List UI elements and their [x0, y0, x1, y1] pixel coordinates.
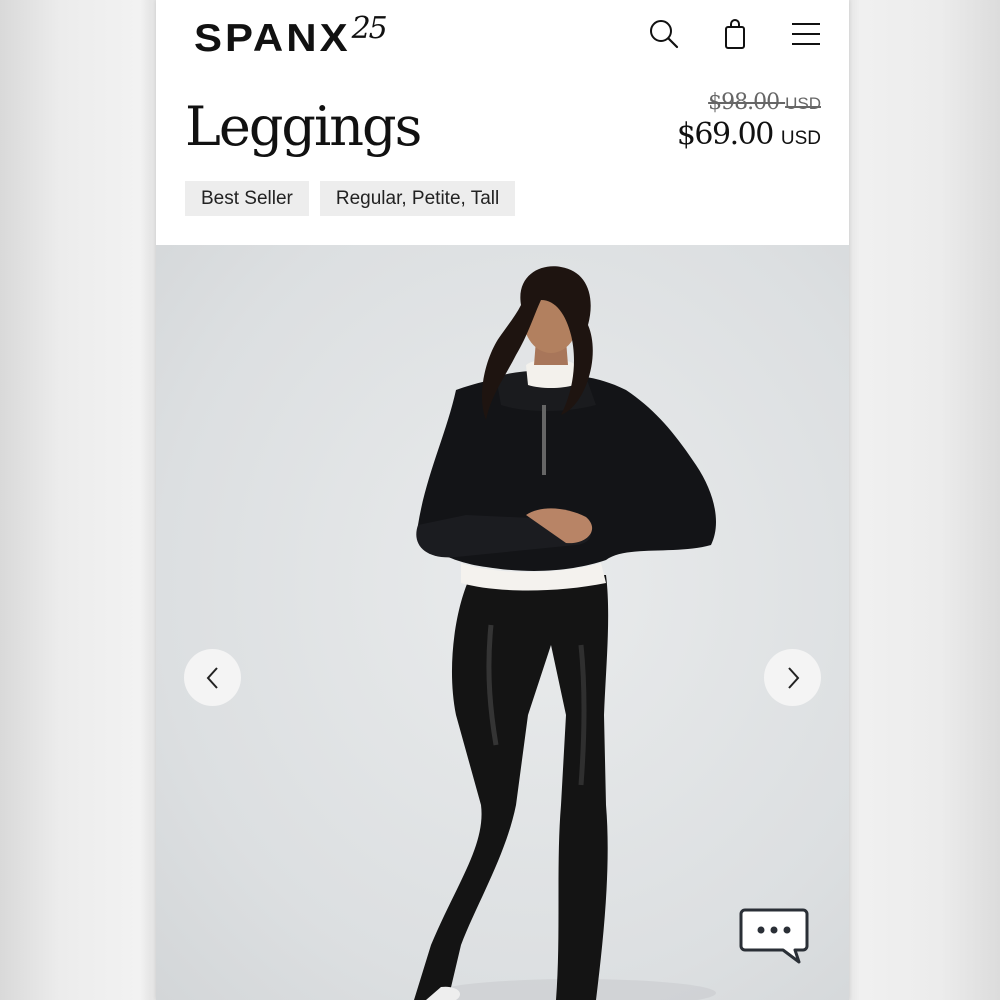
gallery-prev-button[interactable]	[184, 649, 241, 706]
product-photo	[414, 266, 716, 1000]
price-block: $98.00 USD $69.00 USD	[677, 90, 821, 152]
logo-wordmark: SPANX	[194, 15, 351, 60]
original-price-amount: $98.00	[708, 90, 780, 115]
site-header: SPANX 25	[156, 0, 849, 72]
sale-price: $69.00 USD	[677, 117, 821, 152]
chat-button[interactable]	[739, 906, 811, 968]
shopping-bag-icon[interactable]	[717, 16, 753, 52]
chat-bubble-icon	[739, 908, 809, 964]
original-price: $98.00 USD	[677, 90, 821, 115]
mobile-page: SPANX 25 Leggings $98.00 USD $69.00 USD …	[156, 0, 849, 1000]
search-icon[interactable]	[646, 16, 682, 52]
product-title: Leggings	[185, 95, 422, 158]
product-tags: Best Seller Regular, Petite, Tall	[185, 181, 516, 216]
menu-icon[interactable]	[788, 16, 824, 52]
spanx-logo[interactable]: SPANX 25	[194, 11, 388, 64]
sale-price-currency: USD	[780, 128, 821, 149]
gallery-next-button[interactable]	[764, 649, 821, 706]
sale-price-amount: $69.00	[676, 117, 774, 152]
tag-sizes: Regular, Petite, Tall	[319, 181, 516, 216]
original-price-currency: USD	[785, 94, 821, 113]
chevron-right-icon	[787, 666, 799, 689]
chevron-left-icon	[206, 666, 218, 689]
product-image-gallery[interactable]	[156, 245, 849, 1000]
tag-best-seller: Best Seller	[185, 181, 309, 216]
logo-anniversary-badge: 25	[351, 11, 388, 46]
